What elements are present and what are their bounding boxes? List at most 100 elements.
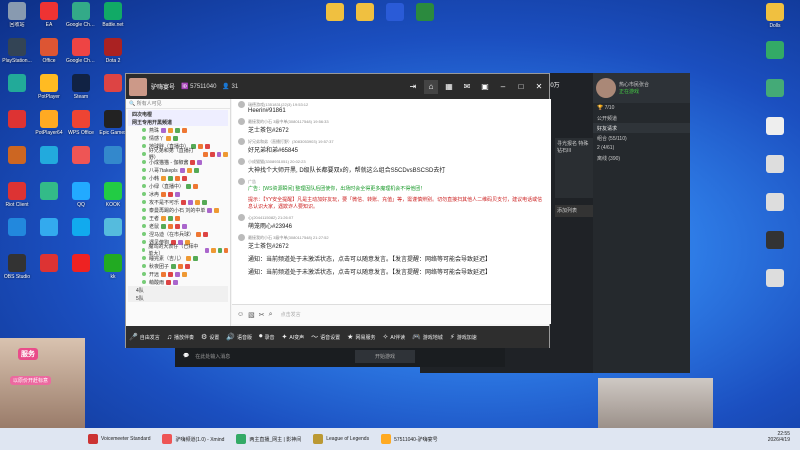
scissors-icon[interactable]: ✂: [259, 311, 265, 319]
toolbar-button-rec[interactable]: ⏺ 录音: [259, 333, 275, 341]
desktop-icon[interactable]: Riot Client: [2, 182, 32, 208]
friends-list-row[interactable]: 2 (4/61): [593, 143, 690, 153]
desktop-icon[interactable]: [2, 218, 32, 238]
desktop-icon[interactable]: Google Chrome: [66, 38, 96, 64]
exit-icon[interactable]: ⇥: [406, 80, 420, 94]
channel-member[interactable]: 涅马迪（在市兵球）: [128, 230, 228, 238]
desktop-icon[interactable]: [66, 146, 96, 166]
toolbar-button-fav[interactable]: ⚡ 游戏加速: [450, 333, 477, 341]
desktop-icon[interactable]: [66, 218, 96, 238]
message-input[interactable]: 点击发言: [281, 311, 301, 318]
toolbar-button-gear[interactable]: ⚙ 设置: [201, 333, 219, 341]
desktop-icon[interactable]: [2, 74, 32, 94]
channel-member[interactable]: 王者: [128, 214, 228, 222]
search-icon[interactable]: ⌕: [269, 311, 273, 319]
taskbar-item[interactable]: 57511040-驴嗨宴号: [378, 430, 441, 448]
channel-member[interactable]: 萌酸雨: [128, 278, 228, 286]
channel-member[interactable]: 小成猫猫 - 伽椒酱: [128, 158, 228, 166]
clock[interactable]: 22:55 2026/4/19: [768, 431, 790, 443]
channel-member[interactable]: 小韩: [128, 174, 228, 182]
emoji-icon[interactable]: ☺: [237, 311, 244, 318]
toolbar-button-game[interactable]: 🎮 游戏地城: [412, 333, 443, 341]
room-avatar[interactable]: [129, 77, 147, 96]
desktop-icon[interactable]: Steam: [66, 74, 96, 100]
desktop-icon[interactable]: PotPlayer64: [34, 110, 64, 136]
profile-header[interactable]: 热心市民张合 正在游戏: [593, 73, 690, 103]
channel-member[interactable]: 冰冉: [128, 190, 228, 198]
avatar[interactable]: [238, 118, 245, 125]
desktop-icon[interactable]: [98, 74, 128, 94]
desktop-icon[interactable]: Dota 2: [98, 38, 128, 64]
desktop-icon[interactable]: [760, 41, 790, 61]
taskbar-item[interactable]: 驴嗨频道(1.0) - Xmind: [159, 430, 227, 448]
avatar[interactable]: [238, 138, 245, 145]
maximize-icon[interactable]: □: [514, 80, 528, 94]
channel-member[interactable]: 燕珠: [128, 126, 228, 134]
desktop-icon[interactable]: PlayStation...: [2, 38, 32, 64]
desktop-icon[interactable]: 回收站: [2, 2, 32, 28]
desktop-icon[interactable]: [380, 3, 410, 23]
channel-member[interactable]: 魔驾的大表仔（已拜中单大）: [128, 244, 229, 257]
channel-member[interactable]: 老鼠: [128, 222, 228, 230]
channel-search[interactable]: 🔍 所有人可见: [126, 99, 230, 109]
desktop-icon[interactable]: Battle.net: [98, 2, 128, 28]
desktop-icon[interactable]: OBS Studio: [2, 254, 32, 280]
avatar[interactable]: [238, 234, 245, 241]
taskbar-item[interactable]: Voicemeeter Standard: [85, 430, 153, 448]
desktop-icon[interactable]: [34, 146, 64, 166]
channel-member[interactable]: 泰曼再踢的小石 刘的中单: [128, 206, 228, 214]
channel-member[interactable]: 攻不是不可乐: [128, 198, 228, 206]
desktop-icon[interactable]: EA: [34, 2, 64, 28]
channel-member[interactable]: 4队: [128, 286, 228, 294]
desktop-icon[interactable]: PotPlayer: [34, 74, 64, 100]
friends-list-row[interactable]: 离线 (390): [593, 153, 690, 163]
mail-icon[interactable]: ✉: [460, 80, 474, 94]
desktop-icon[interactable]: [320, 3, 350, 23]
desktop-icon[interactable]: KOOK: [98, 182, 128, 208]
toolbar-button-music[interactable]: ♫ 播放伴奏: [167, 334, 194, 341]
desktop-icon[interactable]: Office: [34, 38, 64, 64]
desktop-icon[interactable]: kk: [98, 254, 128, 280]
taskbar-item[interactable]: 两主直播_网主 | 影神间: [233, 430, 304, 448]
channel-member[interactable]: 小绿（直播中）: [128, 182, 228, 190]
grid-icon[interactable]: ▦: [442, 80, 456, 94]
channel-member[interactable]: 秋夜团子: [128, 262, 228, 270]
toolbar-button-wave[interactable]: 〜语音设置: [311, 332, 340, 342]
friends-list-row[interactable]: 组合 (55/110): [593, 133, 690, 143]
desktop-icon[interactable]: [34, 218, 64, 238]
start-game-button[interactable]: 开始游戏: [355, 349, 415, 363]
toolbar-button-speaker[interactable]: 🔊 语音版: [226, 333, 252, 341]
desktop-icon[interactable]: QQ: [66, 182, 96, 208]
desktop-icon[interactable]: [98, 218, 128, 238]
channel-member[interactable]: 情感丫: [128, 134, 228, 142]
avatar[interactable]: [238, 178, 245, 185]
close-icon[interactable]: ✕: [532, 80, 546, 94]
friends-list-row[interactable]: 好友请求: [593, 123, 690, 133]
home-icon[interactable]: ⌂: [424, 79, 438, 94]
rank-box[interactable]: 寻光报名 特殊钻石III: [555, 138, 593, 198]
desktop-icon[interactable]: [66, 254, 96, 274]
channel-member[interactable]: 5队: [128, 294, 228, 302]
desktop-icon[interactable]: [2, 110, 32, 130]
desktop-icon[interactable]: [34, 254, 64, 274]
desktop-icon[interactable]: [760, 231, 790, 251]
add-list-button[interactable]: 添加列表: [555, 205, 593, 217]
desktop-icon[interactable]: [760, 117, 790, 137]
toolbar-button-ai2[interactable]: ✧ AI伴读: [382, 333, 405, 341]
desktop-icon[interactable]: Epic Games: [98, 110, 128, 136]
desktop-icon[interactable]: [34, 182, 64, 202]
toolbar-button-mic[interactable]: 🎤 自由发言: [129, 333, 160, 341]
channel-member[interactable]: 好兄弟和弟（直播打野）: [128, 148, 229, 161]
avatar[interactable]: [238, 158, 245, 165]
image-icon[interactable]: ▧: [248, 311, 255, 319]
desktop-icon[interactable]: [2, 146, 32, 166]
desktop-icon[interactable]: [760, 193, 790, 213]
minimize-icon[interactable]: –: [496, 80, 510, 94]
desktop-icon[interactable]: WPS Office: [66, 110, 96, 136]
avatar[interactable]: [238, 214, 245, 221]
channel-member[interactable]: 睡完素（吉儿）: [128, 254, 228, 262]
bag-icon[interactable]: ▣: [478, 80, 492, 94]
toolbar-button-ai[interactable]: ✦ AI变声: [282, 333, 305, 341]
desktop-icon[interactable]: Google Chrome: [66, 2, 96, 28]
channel-group[interactable]: 网王专用开黑频道: [128, 118, 228, 126]
